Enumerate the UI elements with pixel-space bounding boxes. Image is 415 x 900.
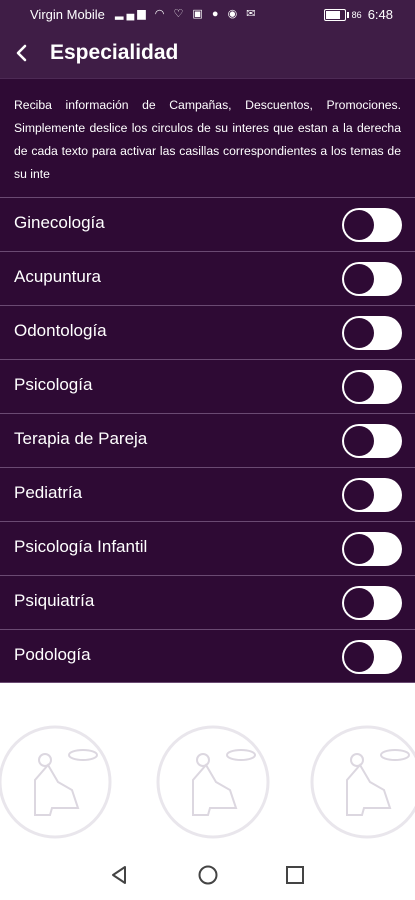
specialty-row: Odontología <box>0 305 415 359</box>
intro-panel: Reciba información de Campañas, Descuent… <box>0 78 415 197</box>
status-right: 86 6:48 <box>323 7 393 22</box>
toggle-knob <box>344 318 374 348</box>
specialty-toggle[interactable] <box>342 640 402 674</box>
toggle-knob <box>344 372 374 402</box>
specialty-toggle[interactable] <box>342 370 402 404</box>
toggle-knob <box>344 588 374 618</box>
clinic-logo-icon <box>156 725 270 839</box>
carrier-name: Virgin Mobile <box>30 7 105 22</box>
specialty-row: Psiquiatría <box>0 575 415 629</box>
specialty-row: Terapia de Pareja <box>0 413 415 467</box>
wifi-icon: ◠ <box>154 8 168 20</box>
specialty-label: Odontología <box>14 321 107 340</box>
specialty-row: Ginecología <box>0 197 415 251</box>
toggle-knob <box>344 642 374 672</box>
specialty-toggle[interactable] <box>342 262 402 296</box>
toggle-knob <box>344 480 374 510</box>
toggle-knob <box>344 426 374 456</box>
specialty-label: Podología <box>14 645 91 664</box>
specialty-label: Pediatría <box>14 483 83 502</box>
specialty-label: Ginecología <box>14 213 105 232</box>
specialty-list: Ginecología Acupuntura Odontología Psicolog… <box>0 197 415 683</box>
toggle-knob <box>344 534 374 564</box>
clinic-logo-icon <box>310 725 415 839</box>
circle-home-icon <box>198 865 218 885</box>
specialty-label: Terapia de Pareja <box>14 429 148 448</box>
status-icons: ▂▄▆ ◠ ♡ ▣ ● ◉ ✉ <box>115 7 258 20</box>
clinic-logo-icon <box>0 725 112 839</box>
specialty-row: Psicología <box>0 359 415 413</box>
system-nav-bar <box>0 850 415 900</box>
battery-level: 86 <box>351 9 362 20</box>
specialty-row: Psicología Infantil <box>0 521 415 575</box>
square-recents-icon <box>286 866 304 884</box>
nav-home-button[interactable] <box>195 862 221 888</box>
status-bar: Virgin Mobile ▂▄▆ ◠ ♡ ▣ ● ◉ ✉ 86 6:48 <box>0 0 415 30</box>
specialty-label: Psicología Infantil <box>14 537 148 556</box>
specialty-toggle[interactable] <box>342 208 402 242</box>
specialty-label: Psicología <box>14 375 93 394</box>
specialty-label: Psiquiatría <box>14 591 95 610</box>
specialty-toggle[interactable] <box>342 316 402 350</box>
specialty-toggle[interactable] <box>342 532 402 566</box>
location-icon: ● <box>211 8 222 20</box>
specialty-toggle[interactable] <box>342 478 402 512</box>
page-title: Especialidad <box>50 41 179 64</box>
battery-icon <box>323 8 349 21</box>
specialty-row: Pediatría <box>0 467 415 521</box>
specialty-label: Acupuntura <box>14 267 101 286</box>
nav-recents-button[interactable] <box>282 862 308 888</box>
specialty-row: Acupuntura <box>0 251 415 305</box>
heart-icon: ♡ <box>173 8 187 20</box>
logo-watermarks <box>0 725 415 839</box>
logo-strip <box>0 720 415 840</box>
nav-back-button[interactable] <box>106 862 132 888</box>
mail-icon: ✉ <box>246 8 259 20</box>
specialty-row: Podología <box>0 629 415 683</box>
chevron-left-icon <box>16 44 27 62</box>
signal-icon: ▂▄▆ <box>115 8 149 20</box>
triangle-back-icon <box>112 866 126 884</box>
specialty-toggle[interactable] <box>342 586 402 620</box>
specialty-toggle[interactable] <box>342 424 402 458</box>
intro-text: Reciba información de Campañas, Descuent… <box>14 98 401 181</box>
app-bar: Especialidad <box>0 30 415 78</box>
bag-icon: ▣ <box>192 8 206 20</box>
clock: 6:48 <box>367 7 393 22</box>
back-button[interactable] <box>8 38 38 68</box>
record-icon: ◉ <box>227 8 241 20</box>
toggle-knob <box>344 210 374 240</box>
toggle-knob <box>344 264 374 294</box>
